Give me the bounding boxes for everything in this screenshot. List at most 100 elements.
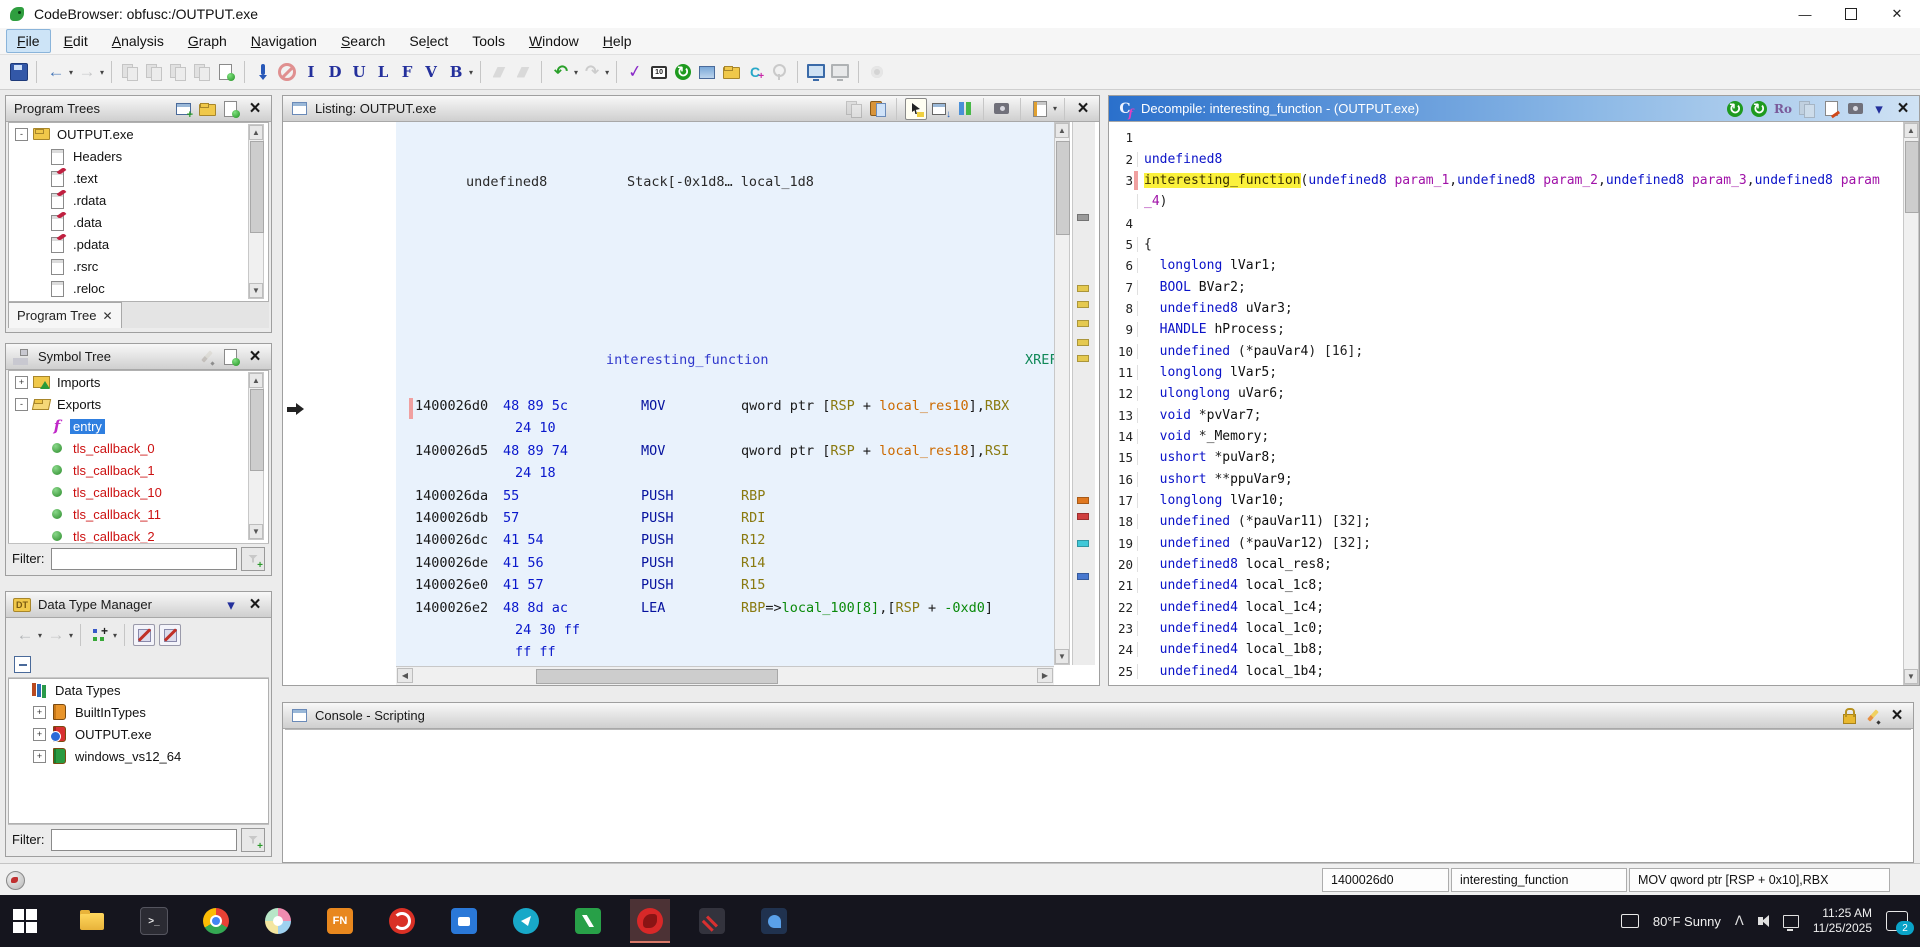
dtm-collapse-all-button[interactable] <box>14 656 31 673</box>
listing-row-1400026e2[interactable]: 1400026e248 8d acLEARBP=>local_100[8],[R… <box>396 600 1054 622</box>
overview-marker[interactable] <box>1077 285 1089 292</box>
close-panel-button[interactable] <box>1893 99 1913 119</box>
tree-item-data-types[interactable]: Data Types <box>9 679 268 701</box>
decompile-line-wrap[interactable]: _4) <box>1109 191 1901 212</box>
edit-symbol-button[interactable] <box>197 347 217 367</box>
decompile-line-25[interactable]: 25 undefined4 local_1b4; <box>1109 661 1901 682</box>
listing-row-1400026e0[interactable]: 1400026e041 57PUSHR15 <box>396 577 1054 599</box>
menu-file[interactable]: File <box>6 29 51 53</box>
copy-button[interactable] <box>844 99 864 119</box>
re-decompile-button[interactable] <box>1725 99 1745 119</box>
tree-item-tls-callback-11[interactable]: tls_callback_11 <box>9 503 268 525</box>
listing-row-1400026d5[interactable]: 1400026d548 89 74MOVqword ptr [RSP + loc… <box>396 443 1054 465</box>
export-c-button[interactable] <box>1821 99 1841 119</box>
overview-marker[interactable] <box>1077 540 1089 547</box>
scroll-thumb[interactable] <box>250 389 264 471</box>
overview-marker[interactable] <box>1077 339 1089 346</box>
copy-special-button[interactable] <box>120 62 140 82</box>
decompile-vscrollbar[interactable]: ▲ ▼ <box>1903 122 1919 685</box>
second-monitor-button[interactable] <box>830 62 850 82</box>
program-tree-scrollbar[interactable]: ▲ ▼ <box>248 124 264 299</box>
menu-tools[interactable]: Tools <box>461 29 516 53</box>
decompile-line-24[interactable]: 24 undefined4 local_1b8; <box>1109 639 1901 660</box>
tree-item-exports[interactable]: -Exports <box>9 393 268 415</box>
dtm-filter-arrays-button[interactable] <box>133 624 155 646</box>
decompile-line-4[interactable]: 4 <box>1109 212 1901 233</box>
decompile-line-17[interactable]: 17 longlong lVar10; <box>1109 490 1901 511</box>
memory-map-button[interactable] <box>697 62 717 82</box>
symbol-tree[interactable]: +Imports-Exportsentrytls_callback_0tls_c… <box>8 370 269 544</box>
tree-item--pdata[interactable]: .pdata <box>9 233 268 255</box>
expand-icon[interactable]: + <box>33 706 46 719</box>
snapshot-button[interactable] <box>992 99 1012 119</box>
variable-button[interactable] <box>421 62 441 82</box>
console-output[interactable] <box>285 729 1911 860</box>
dropdown-arrow-icon[interactable]: ▾ <box>574 68 578 77</box>
overview-marker[interactable] <box>1077 513 1089 520</box>
menu-search[interactable]: Search <box>330 29 396 53</box>
edit-script-button[interactable] <box>1863 706 1883 726</box>
scroll-down-icon[interactable]: ▼ <box>249 524 263 539</box>
listing-overview-margin[interactable] <box>1072 122 1095 665</box>
validate-button[interactable] <box>625 62 645 82</box>
data-button[interactable] <box>325 62 345 82</box>
decompile-line-7[interactable]: 7 BOOL BVar2; <box>1109 276 1901 297</box>
back-button[interactable] <box>46 62 66 82</box>
taskbar-file-explorer-icon[interactable] <box>72 899 112 943</box>
maximize-button[interactable] <box>1828 0 1874 28</box>
overview-marker[interactable] <box>1077 497 1089 504</box>
byte-button[interactable] <box>446 62 466 82</box>
scroll-down-icon[interactable]: ▼ <box>1904 669 1918 684</box>
dtm-forward-button[interactable] <box>46 625 66 645</box>
copy-button[interactable] <box>1797 99 1817 119</box>
cursor-pin-button[interactable] <box>253 62 273 82</box>
device-icon[interactable] <box>1621 914 1639 928</box>
expand-icon[interactable]: + <box>15 376 28 389</box>
menu-select[interactable]: Select <box>398 29 459 53</box>
tree-item-output-exe[interactable]: +OUTPUT.exe <box>9 723 268 745</box>
overview-marker[interactable] <box>1077 320 1089 327</box>
sweep-button-2[interactable] <box>513 62 533 82</box>
decompile-line-13[interactable]: 13 void *pvVar7; <box>1109 404 1901 425</box>
decompile-line-19[interactable]: 19 undefined (*pauVar12) [32]; <box>1109 533 1901 554</box>
function-label-row[interactable]: interesting_function XREF <box>396 352 1054 374</box>
save-button[interactable] <box>10 63 28 81</box>
filter-options-button[interactable] <box>241 547 265 571</box>
clock[interactable]: 11:25 AM 11/25/2025 <box>1813 906 1872 936</box>
decompile-line-23[interactable]: 23 undefined4 local_1c0; <box>1109 618 1901 639</box>
tree-item-tls-callback-1[interactable]: tls_callback_1 <box>9 459 268 481</box>
listing-content[interactable]: undefined8 Stack[-0x1d8… local_1d8 inter… <box>396 122 1054 685</box>
taskbar-ghidra-icon[interactable] <box>630 899 670 943</box>
minimize-button[interactable]: — <box>1782 0 1828 28</box>
decompile-line-20[interactable]: 20 undefined8 local_res8; <box>1109 554 1901 575</box>
volume-icon[interactable] <box>1758 915 1769 927</box>
decompile-line-22[interactable]: 22 undefined4 local_1c4; <box>1109 597 1901 618</box>
refresh-button[interactable] <box>1749 99 1769 119</box>
listing-hscrollbar[interactable]: ◀ ▶ <box>396 666 1054 685</box>
open-tree-button[interactable] <box>197 99 217 119</box>
tree-item--text[interactable]: .text <box>9 167 268 189</box>
symbol-filter-input[interactable] <box>51 548 238 570</box>
listing-row-bytes[interactable]: 24 30 ff <box>396 622 1054 644</box>
network-icon[interactable] <box>1783 915 1799 928</box>
close-panel-button[interactable] <box>245 595 265 615</box>
dtm-filter-pointers-button[interactable] <box>159 624 181 646</box>
plugin-button[interactable] <box>769 62 789 82</box>
decompile-line-15[interactable]: 15 ushort *puVar8; <box>1109 447 1901 468</box>
collapse-icon[interactable]: - <box>15 398 28 411</box>
cpp-class-button[interactable] <box>745 62 765 82</box>
decompile-line-9[interactable]: 9 HANDLE hProcess; <box>1109 319 1901 340</box>
refresh-button[interactable] <box>673 62 693 82</box>
console-window-button[interactable] <box>806 62 826 82</box>
cursor-tool-toggle[interactable] <box>905 98 927 120</box>
panel-menu-button[interactable] <box>1869 99 1889 119</box>
snapshot-page-button[interactable] <box>216 62 236 82</box>
taskbar-blue-app-icon[interactable] <box>444 899 484 943</box>
listing-row-1400026dc[interactable]: 1400026dc41 54PUSHR12 <box>396 532 1054 554</box>
scroll-thumb[interactable] <box>1056 141 1070 235</box>
scroll-thumb[interactable] <box>1905 141 1919 213</box>
menu-edit[interactable]: Edit <box>53 29 99 53</box>
menu-graph[interactable]: Graph <box>177 29 238 53</box>
taskbar-chrome-icon[interactable] <box>196 899 236 943</box>
dropdown-arrow-icon[interactable]: ▾ <box>100 68 104 77</box>
